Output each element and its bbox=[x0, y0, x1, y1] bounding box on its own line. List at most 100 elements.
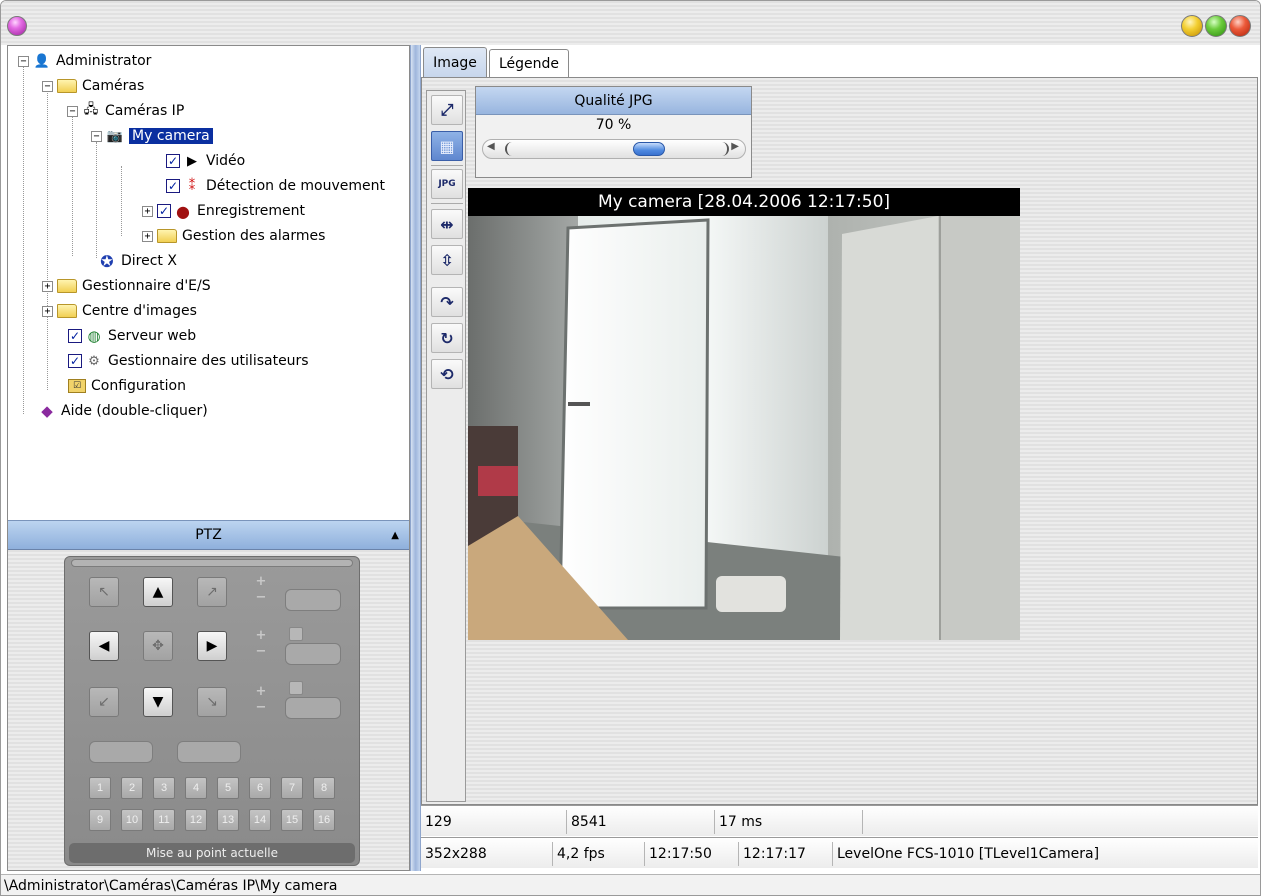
expand-icon[interactable]: + bbox=[42, 280, 53, 292]
pan-left-button[interactable]: ◀ bbox=[89, 631, 119, 661]
checkbox-checked-icon[interactable]: ✓ bbox=[166, 154, 180, 168]
fullscreen-button[interactable]: ⤢ bbox=[431, 95, 463, 125]
preset-button[interactable]: 8 bbox=[313, 777, 335, 799]
tree-item-video[interactable]: ✓ ▶ Vidéo bbox=[166, 150, 245, 172]
slider-left-arrow-icon[interactable]: ◀ bbox=[487, 141, 495, 152]
pan-up-left-button[interactable]: ↖ bbox=[89, 577, 119, 607]
jpg-quality-title: Qualité JPG bbox=[476, 87, 751, 115]
status-extra bbox=[863, 810, 1256, 834]
preset-button[interactable]: 4 bbox=[185, 777, 207, 799]
tree-item-image-center[interactable]: + Centre d'images bbox=[42, 300, 197, 322]
preset-button[interactable]: 12 bbox=[185, 809, 207, 831]
preset-button[interactable]: 10 bbox=[121, 809, 143, 831]
collapse-icon[interactable]: − bbox=[67, 105, 78, 117]
tree-item-label: Caméras IP bbox=[105, 103, 185, 119]
flip-vertical-button[interactable]: ⇳ bbox=[431, 245, 463, 275]
slider-right-arrow-icon[interactable]: ▶ bbox=[731, 141, 739, 152]
pan-down-left-button[interactable]: ↙ bbox=[89, 687, 119, 717]
preset-button[interactable]: 3 bbox=[153, 777, 175, 799]
preset-button[interactable]: 14 bbox=[249, 809, 271, 831]
app-menu-orb-icon[interactable] bbox=[7, 16, 27, 36]
focus-minus-icon[interactable]: − bbox=[253, 645, 269, 658]
preset-button[interactable]: 11 bbox=[153, 809, 175, 831]
rotate-270-button[interactable]: ⟲ bbox=[431, 359, 463, 389]
panel-splitter[interactable] bbox=[410, 45, 421, 871]
start-time: 12:17:17 bbox=[739, 842, 833, 866]
preset-button[interactable]: 16 bbox=[313, 809, 335, 831]
zoom-plus-icon[interactable]: + bbox=[253, 575, 269, 588]
ptz-blank-field[interactable] bbox=[177, 741, 241, 763]
tree-item-configuration[interactable]: ☑ Configuration bbox=[68, 375, 186, 397]
preset-button[interactable]: 7 bbox=[281, 777, 303, 799]
tree-item-recording[interactable]: + ✓ ● Enregistrement bbox=[142, 200, 305, 222]
slider-thumb[interactable] bbox=[633, 142, 666, 156]
pan-up-right-button[interactable]: ↗ bbox=[197, 577, 227, 607]
expand-icon[interactable]: + bbox=[142, 230, 153, 242]
tilt-up-button[interactable]: ▲ bbox=[143, 577, 173, 607]
tree-item-my-camera[interactable]: − 📷 My camera bbox=[91, 125, 213, 147]
tree-item-user-manager[interactable]: ✓ ⚙ Gestionnaire des utilisateurs bbox=[68, 350, 309, 372]
focus-plus-icon[interactable]: + bbox=[253, 629, 269, 642]
camera-image bbox=[468, 216, 1020, 640]
tree-item-web-server[interactable]: ✓ ◍ Serveur web bbox=[68, 325, 196, 347]
tree-item-administrator[interactable]: − 👤 Administrator bbox=[18, 50, 151, 72]
preset-button[interactable]: 6 bbox=[249, 777, 271, 799]
zoom-field[interactable] bbox=[285, 589, 341, 611]
checkbox-checked-icon[interactable]: ✓ bbox=[68, 354, 82, 368]
pan-down-right-button[interactable]: ↘ bbox=[197, 687, 227, 717]
tab-legend[interactable]: Légende bbox=[489, 49, 569, 77]
checkbox-checked-icon[interactable]: ✓ bbox=[157, 204, 171, 218]
maximize-button[interactable] bbox=[1205, 15, 1227, 37]
tilt-down-button[interactable]: ▼ bbox=[143, 687, 173, 717]
minimize-button[interactable] bbox=[1181, 15, 1203, 37]
preset-button[interactable]: 15 bbox=[281, 809, 303, 831]
collapse-icon[interactable]: − bbox=[18, 55, 29, 67]
expand-icon[interactable]: + bbox=[42, 305, 53, 317]
collapse-up-icon[interactable]: ▲ bbox=[391, 530, 399, 541]
tree-item-motion-detection[interactable]: ✓ ⁑ Détection de mouvement bbox=[166, 175, 385, 197]
preset-button[interactable]: 9 bbox=[89, 809, 111, 831]
ptz-blank-field[interactable] bbox=[89, 741, 153, 763]
zoom-minus-icon[interactable]: − bbox=[253, 591, 269, 604]
ptz-panel-header[interactable]: PTZ ▲ bbox=[8, 520, 409, 550]
tree-item-alarm-management[interactable]: + Gestion des alarmes bbox=[142, 225, 325, 247]
tree-item-io-manager[interactable]: + Gestionnaire d'E/S bbox=[42, 275, 211, 297]
iris-plus-icon[interactable]: + bbox=[253, 685, 269, 698]
ptz-speed-bar[interactable] bbox=[71, 559, 353, 567]
fit-image-button[interactable]: ▦ bbox=[431, 131, 463, 161]
iris-field[interactable] bbox=[285, 697, 341, 719]
tab-image[interactable]: Image bbox=[423, 47, 487, 77]
close-button[interactable] bbox=[1229, 15, 1251, 37]
rotate-90-button[interactable]: ↷ bbox=[431, 287, 463, 317]
preset-button[interactable]: 2 bbox=[121, 777, 143, 799]
rotate-180-button[interactable]: ↻ bbox=[431, 323, 463, 353]
auto-iris-checkbox[interactable] bbox=[289, 681, 303, 695]
focus-field[interactable] bbox=[285, 643, 341, 665]
tree-item-help[interactable]: ◆ Aide (double-cliquer) bbox=[38, 400, 208, 422]
tree-item-label: Direct X bbox=[121, 253, 177, 269]
expand-icon[interactable]: + bbox=[142, 205, 153, 217]
iris-minus-icon[interactable]: − bbox=[253, 701, 269, 714]
auto-focus-checkbox[interactable] bbox=[289, 627, 303, 641]
toolbar-separator bbox=[431, 165, 463, 166]
checkbox-checked-icon[interactable]: ✓ bbox=[68, 329, 82, 343]
save-jpg-button[interactable]: JPG bbox=[431, 169, 463, 199]
folder-open-icon bbox=[57, 79, 77, 93]
collapse-icon[interactable]: − bbox=[42, 80, 53, 92]
preset-button[interactable]: 13 bbox=[217, 809, 239, 831]
tree-item-label: Gestionnaire des utilisateurs bbox=[108, 353, 309, 369]
tree-item-cameras-ip[interactable]: − 🖧 Caméras IP bbox=[67, 100, 184, 122]
preset-button[interactable]: 1 bbox=[89, 777, 111, 799]
checkbox-checked-icon[interactable]: ✓ bbox=[166, 179, 180, 193]
camera-view[interactable]: My camera [28.04.2006 12:17:50] bbox=[468, 188, 1020, 640]
preset-button[interactable]: 5 bbox=[217, 777, 239, 799]
collapse-icon[interactable]: − bbox=[91, 130, 102, 142]
jpg-quality-slider[interactable]: ◀ ▶ bbox=[482, 139, 746, 159]
ptz-home-button[interactable]: ✥ bbox=[143, 631, 173, 661]
tree-item-label: Configuration bbox=[91, 378, 186, 394]
current-focus-button[interactable]: Mise au point actuelle bbox=[69, 843, 355, 863]
tree-item-direct-x[interactable]: ✪ Direct X bbox=[98, 250, 177, 272]
flip-horizontal-button[interactable]: ⇹ bbox=[431, 209, 463, 239]
pan-right-button[interactable]: ▶ bbox=[197, 631, 227, 661]
tree-item-cameras[interactable]: − Caméras bbox=[42, 75, 144, 97]
